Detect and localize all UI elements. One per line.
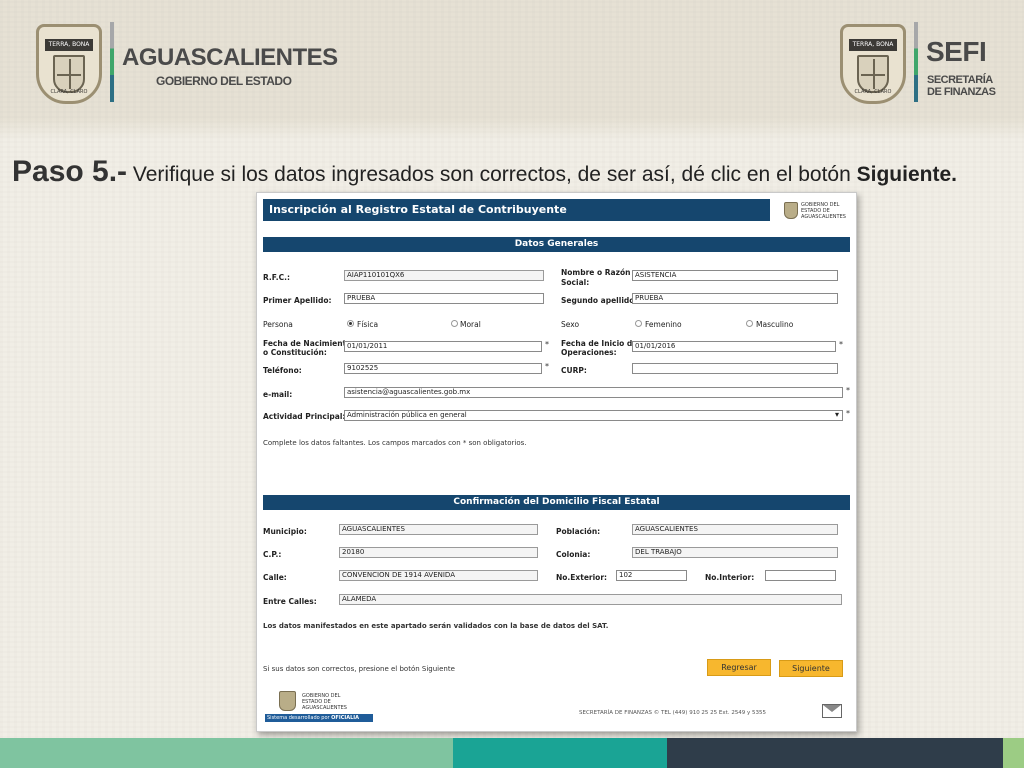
- municipio-label: Municipio:: [263, 527, 307, 536]
- step-button-name: Siguiente.: [856, 163, 957, 186]
- state-seal-left-icon: TERRA, BONA CLARA, CLARO: [36, 24, 102, 104]
- sexo-label: Sexo: [561, 320, 580, 329]
- footer-stripe-light-green: [0, 738, 453, 768]
- no-exterior-label: No.Exterior:: [556, 573, 608, 582]
- section-domicilio-fiscal: Confirmación del Domicilio Fiscal Estata…: [263, 495, 850, 510]
- telefono-field[interactable]: 9102525: [344, 363, 542, 374]
- required-mark: *: [545, 362, 549, 371]
- shield-icon: [857, 55, 889, 93]
- primer-apellido-field[interactable]: PRUEBA: [344, 293, 544, 304]
- razon-social-label-2: Social:: [561, 278, 590, 287]
- persona-moral-radio[interactable]: [451, 320, 458, 327]
- state-seal-right-icon: TERRA, BONA CLARA, CLARO: [840, 24, 906, 104]
- curp-field[interactable]: [632, 363, 838, 374]
- sefi-title: SEFI: [926, 36, 987, 67]
- cp-label: C.P.:: [263, 550, 282, 559]
- section-datos-generales: Datos Generales: [263, 237, 850, 252]
- colonia-field[interactable]: DEL TRABAJO: [632, 547, 838, 558]
- footer-stripe-teal: [453, 738, 667, 768]
- required-fields-note: Complete los datos faltantes. Los campos…: [263, 439, 527, 447]
- no-interior-field[interactable]: [765, 570, 836, 581]
- entre-calles-label: Entre Calles:: [263, 597, 317, 606]
- aguascalientes-title: AGUASCALIENTES: [122, 44, 338, 71]
- gobierno-subtitle: GOBIERNO DEL ESTADO: [156, 74, 292, 88]
- sexo-femenino-radio[interactable]: [635, 320, 642, 327]
- razon-social-field[interactable]: ASISTENCIA: [632, 270, 838, 281]
- required-mark: *: [846, 386, 850, 395]
- actividad-label: Actividad Principal:: [263, 412, 346, 421]
- cp-field[interactable]: 20180: [339, 547, 538, 558]
- actividad-select[interactable]: Administración pública en general: [344, 410, 843, 421]
- fecha-inicio-field[interactable]: 01/01/2016: [632, 341, 836, 352]
- entre-calles-field[interactable]: ALAMEDA: [339, 594, 842, 605]
- telefono-label: Teléfono:: [263, 366, 302, 375]
- step-body: Verifique si los datos ingresados son co…: [127, 163, 857, 186]
- segundo-apellido-label: Segundo apellido:: [561, 296, 638, 305]
- siguiente-button[interactable]: Siguiente: [779, 660, 843, 677]
- form-screenshot: Inscripción al Registro Estatal de Contr…: [256, 192, 857, 732]
- gov-logo-line3: AGUASCALIENTES: [801, 214, 846, 220]
- step-number: Paso 5.-: [12, 155, 128, 188]
- dev-prefix: Sistema desarrollado por: [267, 715, 330, 721]
- seal-band-text: TERRA, BONA: [45, 39, 93, 51]
- segundo-apellido-field[interactable]: PRUEBA: [632, 293, 838, 304]
- brand-color-bar: [914, 22, 918, 102]
- curp-label: CURP:: [561, 366, 587, 375]
- email-label: e-mail:: [263, 390, 293, 399]
- fecha-inicio-label-2: Operaciones:: [561, 348, 617, 357]
- envelope-icon[interactable]: [822, 704, 842, 718]
- poblacion-label: Población:: [556, 527, 601, 536]
- required-mark: *: [846, 409, 850, 418]
- sefi-line2: DE FINANZAS: [927, 86, 996, 98]
- poblacion-field[interactable]: AGUASCALIENTES: [632, 524, 838, 535]
- primer-apellido-label: Primer Apellido:: [263, 296, 332, 305]
- sexo-masculino-radio[interactable]: [746, 320, 753, 327]
- persona-label: Persona: [263, 320, 293, 329]
- footer-contact: SECRETARÍA DE FINANZAS © TEL (449) 910 2…: [579, 710, 767, 716]
- footer-logo-line3: AGUASCALIENTES: [302, 705, 347, 711]
- shield-icon: [53, 55, 85, 93]
- sexo-femenino-label: Femenino: [645, 320, 682, 329]
- seal-foot-text: CLARA, CLARO: [854, 89, 892, 95]
- sexo-masculino-label: Masculino: [756, 320, 794, 329]
- calle-label: Calle:: [263, 573, 287, 582]
- calle-field[interactable]: CONVENCION DE 1914 AVENIDA: [339, 570, 538, 581]
- email-field[interactable]: asistencia@aguascalientes.gob.mx: [344, 387, 843, 398]
- required-mark: *: [545, 340, 549, 349]
- persona-fisica-label: Física: [357, 320, 379, 329]
- brand-color-bar: [110, 22, 114, 102]
- persona-moral-label: Moral: [460, 320, 481, 329]
- municipio-field[interactable]: AGUASCALIENTES: [339, 524, 538, 535]
- footer-stripe-dark: [667, 738, 1003, 768]
- gov-footer-logo-icon: [279, 691, 296, 711]
- developer-badge: Sistema desarrollado por OFICIALIA MAYOR: [265, 714, 373, 729]
- form-title: Inscripción al Registro Estatal de Contr…: [263, 199, 770, 221]
- fecha-nacimiento-label-1: Fecha de Nacimiento: [263, 339, 352, 348]
- regresar-button[interactable]: Regresar: [707, 659, 771, 676]
- confirm-note: Si sus datos son correctos, presione el …: [263, 665, 455, 673]
- colonia-label: Colonia:: [556, 550, 591, 559]
- sefi-line1: SECRETARÍA: [927, 74, 993, 86]
- rfc-field[interactable]: AIAP110101QX6: [344, 270, 544, 281]
- fecha-inicio-label-1: Fecha de Inicio de: [561, 339, 638, 348]
- rfc-label: R.F.C.:: [263, 273, 290, 282]
- gov-logo-icon: [784, 202, 798, 219]
- no-exterior-field[interactable]: 102: [616, 570, 687, 581]
- sat-validation-note: Los datos manifestados en este apartado …: [263, 622, 609, 630]
- footer-stripe-lime: [1003, 738, 1024, 768]
- seal-band-text: TERRA, BONA: [849, 39, 897, 51]
- seal-foot-text: CLARA, CLARO: [50, 89, 88, 95]
- persona-fisica-radio[interactable]: [347, 320, 354, 327]
- fecha-nacimiento-field[interactable]: 01/01/2011: [344, 341, 542, 352]
- no-interior-label: No.Interior:: [705, 573, 755, 582]
- required-mark: *: [839, 340, 843, 349]
- razon-social-label-1: Nombre o Razón: [561, 268, 631, 277]
- fecha-nacimiento-label-2: o Constitución:: [263, 348, 327, 357]
- step-instruction: Paso 5.- Verifique si los datos ingresad…: [12, 154, 1004, 193]
